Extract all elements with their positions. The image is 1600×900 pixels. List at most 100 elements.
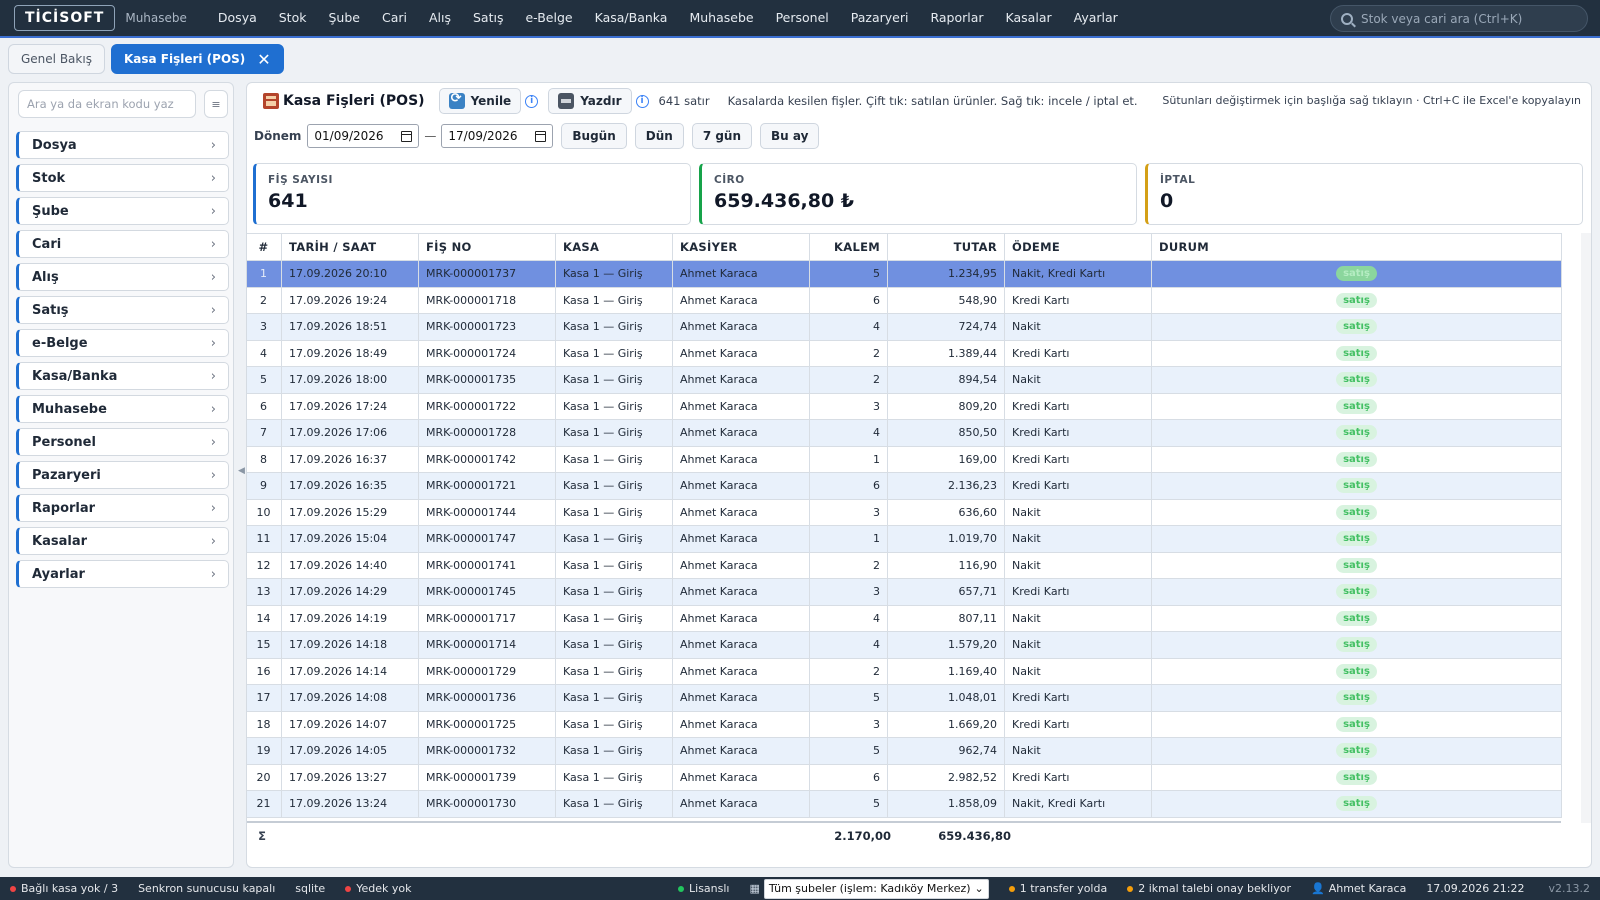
yesterday-button[interactable]: Dün xyxy=(634,123,684,149)
table-row[interactable]: 20 17.09.2026 13:27 MRK-000001739 Kasa 1 — … xyxy=(247,763,1562,791)
menu-item-pazaryeri[interactable]: Pazaryeri xyxy=(840,0,920,36)
table-row[interactable]: 17 17.09.2026 14:08 MRK-000001736 Kasa 1 — … xyxy=(247,684,1562,712)
table-cell: 2.982,52 xyxy=(887,763,1005,791)
table-row[interactable]: 11 17.09.2026 15:04 MRK-000001747 Kasa 1 — … xyxy=(247,525,1562,553)
table-row[interactable]: 18 17.09.2026 14:07 MRK-000001725 Kasa 1 — … xyxy=(247,710,1562,738)
sidebar-item-satış[interactable]: Satış › xyxy=(16,296,229,324)
column-header[interactable]: FİŞ NO xyxy=(418,233,556,261)
menu-item-satış[interactable]: Satış xyxy=(462,0,514,36)
menu-item-dosya[interactable]: Dosya xyxy=(207,0,268,36)
table-row[interactable]: 21 17.09.2026 13:24 MRK-000001730 Kasa 1 — … xyxy=(247,790,1562,818)
table-row[interactable]: 13 17.09.2026 14:29 MRK-000001745 Kasa 1 — … xyxy=(247,578,1562,606)
sidebar-item-kasalar[interactable]: Kasalar › xyxy=(16,527,229,555)
table-row[interactable]: 16 17.09.2026 14:14 MRK-000001729 Kasa 1 — … xyxy=(247,657,1562,685)
print-button[interactable]: Yazdır xyxy=(548,88,632,114)
table-row[interactable]: 19 17.09.2026 14:05 MRK-000001732 Kasa 1 — … xyxy=(247,737,1562,765)
table-row[interactable]: 3 17.09.2026 18:51 MRK-000001723 Kasa 1 — G… xyxy=(247,313,1562,341)
vertical-scrollbar[interactable] xyxy=(1581,233,1591,823)
receipt-count-card: FİŞ SAYISI 641 xyxy=(253,163,691,225)
table-cell: MRK-000001725 xyxy=(418,710,556,738)
menu-item-alış[interactable]: Alış xyxy=(418,0,462,36)
this-month-button[interactable]: Bu ay xyxy=(760,123,820,149)
table-row[interactable]: 9 17.09.2026 16:35 MRK-000001721 Kasa 1 — G… xyxy=(247,472,1562,500)
sidebar-item-kasa-banka[interactable]: Kasa/Banka › xyxy=(16,362,229,390)
column-header[interactable]: # xyxy=(247,233,282,261)
today-button[interactable]: Bugün xyxy=(561,123,627,149)
sidebar-search-input[interactable] xyxy=(18,90,196,118)
table-cell: MRK-000001721 xyxy=(418,472,556,500)
table-row[interactable]: 12 17.09.2026 14:40 MRK-000001741 Kasa 1 — … xyxy=(247,551,1562,579)
column-header[interactable]: DURUM xyxy=(1151,233,1562,261)
chevron-right-icon: › xyxy=(210,401,216,417)
sidebar-item-şube[interactable]: Şube › xyxy=(16,197,229,225)
supply-status[interactable]: 2 ikmal talebi onay bekliyor xyxy=(1117,882,1301,895)
table-cell: 17.09.2026 14:18 xyxy=(281,631,419,659)
table-row[interactable]: 1 17.09.2026 20:10 MRK-000001737 Kasa 1 — G… xyxy=(247,260,1562,288)
sidebar-item-stok[interactable]: Stok › xyxy=(16,164,229,192)
sidebar-item-label: e-Belge xyxy=(32,335,88,351)
date-to-input[interactable]: 17/09/2026 xyxy=(441,124,554,148)
last-7-days-button[interactable]: 7 gün xyxy=(691,123,753,149)
table-cell: MRK-000001722 xyxy=(418,392,556,420)
app-logo[interactable]: TİCİSOFT xyxy=(14,5,116,31)
sidebar-item-e-belge[interactable]: e-Belge › xyxy=(16,329,229,357)
table-cell: Kasa 1 — Giriş xyxy=(555,339,673,367)
tab-genel-bakis[interactable]: Genel Bakış xyxy=(8,44,105,74)
menu-item-cari[interactable]: Cari xyxy=(371,0,418,36)
menu-item-kasalar[interactable]: Kasalar xyxy=(995,0,1063,36)
sidebar-item-muhasebe[interactable]: Muhasebe › xyxy=(16,395,229,423)
menu-item-personel[interactable]: Personel xyxy=(765,0,840,36)
close-icon[interactable]: ✕ xyxy=(257,50,270,69)
menu-item-kasa-banka[interactable]: Kasa/Banka xyxy=(584,0,679,36)
chevron-right-icon: › xyxy=(210,137,216,153)
column-header[interactable]: TARİH / SAAT xyxy=(281,233,419,261)
table-cell: Kasa 1 — Giriş xyxy=(555,710,673,738)
sidebar-item-cari[interactable]: Cari › xyxy=(16,230,229,258)
info-icon[interactable]: i xyxy=(525,94,539,108)
menu-item-şube[interactable]: Şube xyxy=(317,0,370,36)
tab-kasa-fisleri[interactable]: Kasa Fişleri (POS) ✕ xyxy=(110,44,284,74)
table-row[interactable]: 4 17.09.2026 18:49 MRK-000001724 Kasa 1 — G… xyxy=(247,339,1562,367)
table-cell: MRK-000001714 xyxy=(418,631,556,659)
table-cell: Ahmet Karaca xyxy=(672,763,810,791)
calendar-icon[interactable] xyxy=(535,130,547,142)
date-from-input[interactable]: 01/09/2026 xyxy=(307,124,420,148)
column-header[interactable]: TUTAR xyxy=(887,233,1005,261)
table-row[interactable]: 6 17.09.2026 17:24 MRK-000001722 Kasa 1 — G… xyxy=(247,392,1562,420)
table-row[interactable]: 7 17.09.2026 17:06 MRK-000001728 Kasa 1 — G… xyxy=(247,419,1562,447)
table-row[interactable]: 15 17.09.2026 14:18 MRK-000001714 Kasa 1 — … xyxy=(247,631,1562,659)
menu-item-ayarlar[interactable]: Ayarlar xyxy=(1063,0,1129,36)
menu-item-raporlar[interactable]: Raporlar xyxy=(919,0,994,36)
refresh-button[interactable]: Yenile xyxy=(438,88,522,114)
table-row[interactable]: 5 17.09.2026 18:00 MRK-000001735 Kasa 1 — G… xyxy=(247,366,1562,394)
sidebar-item-personel[interactable]: Personel › xyxy=(16,428,229,456)
table-cell: satış xyxy=(1151,286,1562,314)
column-header[interactable]: KASA xyxy=(555,233,673,261)
menu-item-stok[interactable]: Stok xyxy=(268,0,318,36)
table-row[interactable]: 10 17.09.2026 15:29 MRK-000001744 Kasa 1 — … xyxy=(247,498,1562,526)
current-user[interactable]: 👤 Ahmet Karaca xyxy=(1301,882,1416,895)
table-cell: 12 xyxy=(247,551,282,579)
column-header[interactable]: KALEM xyxy=(809,233,888,261)
sidebar-item-alış[interactable]: Alış › xyxy=(16,263,229,291)
sidebar-item-dosya[interactable]: Dosya › xyxy=(16,131,229,159)
table-row[interactable]: 8 17.09.2026 16:37 MRK-000001742 Kasa 1 — G… xyxy=(247,445,1562,473)
menu-item-e-belge[interactable]: e-Belge xyxy=(514,0,583,36)
sidebar-item-raporlar[interactable]: Raporlar › xyxy=(16,494,229,522)
table-cell: Ahmet Karaca xyxy=(672,313,810,341)
branch-select[interactable]: Tüm şubeler (işlem: Kadıköy Merkez) ⌄ xyxy=(763,878,989,899)
global-search-input[interactable] xyxy=(1361,11,1576,26)
column-header[interactable]: ÖDEME xyxy=(1004,233,1152,261)
transfer-status[interactable]: 1 transfer yolda xyxy=(999,882,1117,895)
sidebar-item-ayarlar[interactable]: Ayarlar › xyxy=(16,560,229,588)
info-icon[interactable]: i xyxy=(635,94,649,108)
table-row[interactable]: 14 17.09.2026 14:19 MRK-000001717 Kasa 1 — … xyxy=(247,604,1562,632)
calendar-icon[interactable] xyxy=(401,130,413,142)
global-search[interactable] xyxy=(1330,5,1588,32)
table-row[interactable]: 2 17.09.2026 19:24 MRK-000001718 Kasa 1 — G… xyxy=(247,286,1562,314)
sidebar-item-pazaryeri[interactable]: Pazaryeri › xyxy=(16,461,229,489)
menu-item-muhasebe[interactable]: Muhasebe xyxy=(678,0,764,36)
column-header[interactable]: KASİYER xyxy=(672,233,810,261)
sidebar-menu-icon[interactable]: ≡ xyxy=(204,90,228,118)
collapse-sidebar-icon[interactable]: ◀ xyxy=(238,466,245,476)
